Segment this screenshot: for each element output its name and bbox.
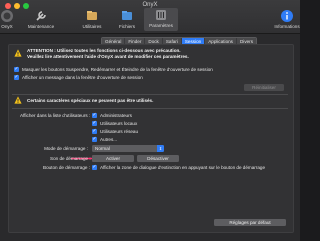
startup-mode-label: Mode de démarrage : xyxy=(44,146,88,151)
startup-mode-value: Normal xyxy=(95,146,110,151)
enable-startup-sound-button[interactable]: Activer xyxy=(92,155,134,162)
toolbar-item-label: Paramètres xyxy=(149,23,173,28)
login-message-checkbox[interactable]: ✓ xyxy=(14,75,19,80)
disable-startup-sound-button[interactable]: Désactiver xyxy=(137,155,179,162)
divider xyxy=(12,108,288,109)
login-message-label: Afficher un message dans la fenêtre d'ou… xyxy=(22,75,143,80)
utilities-icon xyxy=(87,11,97,20)
show-others-checkbox[interactable]: ✓ xyxy=(92,137,97,142)
warning-icon xyxy=(14,96,22,104)
toolbar-item-label: Informations xyxy=(274,24,300,29)
files-icon xyxy=(122,11,132,20)
toolbar-item-settings[interactable]: Paramètres xyxy=(144,8,178,31)
divider xyxy=(12,94,288,95)
session-panel xyxy=(8,44,294,233)
startup-sound-label: Son de démarrage : xyxy=(50,156,91,161)
hide-power-buttons-checkbox[interactable]: ✓ xyxy=(14,67,19,72)
info-icon xyxy=(281,10,293,22)
hide-power-buttons-label: Masquer les boutons Suspendre, Redémarre… xyxy=(22,67,213,72)
maintenance-icon xyxy=(36,11,46,21)
toolbar-item-info[interactable]: Informations xyxy=(270,9,300,29)
onyx-window: OnyX OnyX Maintenance Utilitaires Fichie… xyxy=(0,0,300,241)
show-local-users-label: Utilisateurs locaux xyxy=(100,121,138,126)
onyx-icon xyxy=(1,10,13,22)
show-others-label: Autres... xyxy=(100,137,118,142)
toolbar-item-maintenance[interactable]: Maintenance xyxy=(24,9,58,29)
show-network-users-checkbox[interactable]: ✓ xyxy=(92,129,97,134)
restore-defaults-button[interactable]: Réglages par défaut xyxy=(214,219,286,226)
settings-icon xyxy=(156,10,166,20)
toolbar-item-label: OnyX xyxy=(1,24,13,29)
toolbar-item-label: Utilitaires xyxy=(82,24,102,29)
show-admins-checkbox[interactable]: ✓ xyxy=(92,113,97,118)
reinitialize-button[interactable]: Réinitialiser xyxy=(244,84,284,91)
show-network-users-label: Utilisateurs réseau xyxy=(100,129,139,134)
toolbar-item-label: Fichiers xyxy=(118,24,136,29)
startup-mode-select[interactable]: Normal ⇕ xyxy=(92,145,164,152)
warning-icon xyxy=(14,49,22,57)
display-list-label: Afficher dans la liste d'utilisateurs : xyxy=(20,113,91,118)
toolbar: OnyX OnyX Maintenance Utilitaires Fichie… xyxy=(0,0,300,34)
show-shutdown-dialog-label: Afficher la zone de dialogue d'extinctio… xyxy=(100,165,266,170)
special-characters-warning: Certains caractères spéciaux ne peuvent … xyxy=(27,98,154,103)
toolbar-item-files[interactable]: Fichiers xyxy=(110,9,144,29)
warning-line-1: ATTENTION : Utilisez toutes les fonction… xyxy=(27,48,181,53)
startup-button-label: Bouton de démarrage : xyxy=(43,165,90,170)
toolbar-item-onyx[interactable]: OnyX xyxy=(0,9,24,29)
show-shutdown-dialog-checkbox[interactable]: ✓ xyxy=(92,165,97,170)
show-admins-label: Administrateurs xyxy=(100,113,132,118)
toolbar-item-utilities[interactable]: Utilitaires xyxy=(75,9,109,29)
show-local-users-checkbox[interactable]: ✓ xyxy=(92,121,97,126)
chevron-updown-icon: ⇕ xyxy=(157,145,164,152)
warning-line-2: Veuillez lire attentivement l'aide d'Ony… xyxy=(27,54,189,59)
toolbar-item-label: Maintenance xyxy=(27,24,55,29)
